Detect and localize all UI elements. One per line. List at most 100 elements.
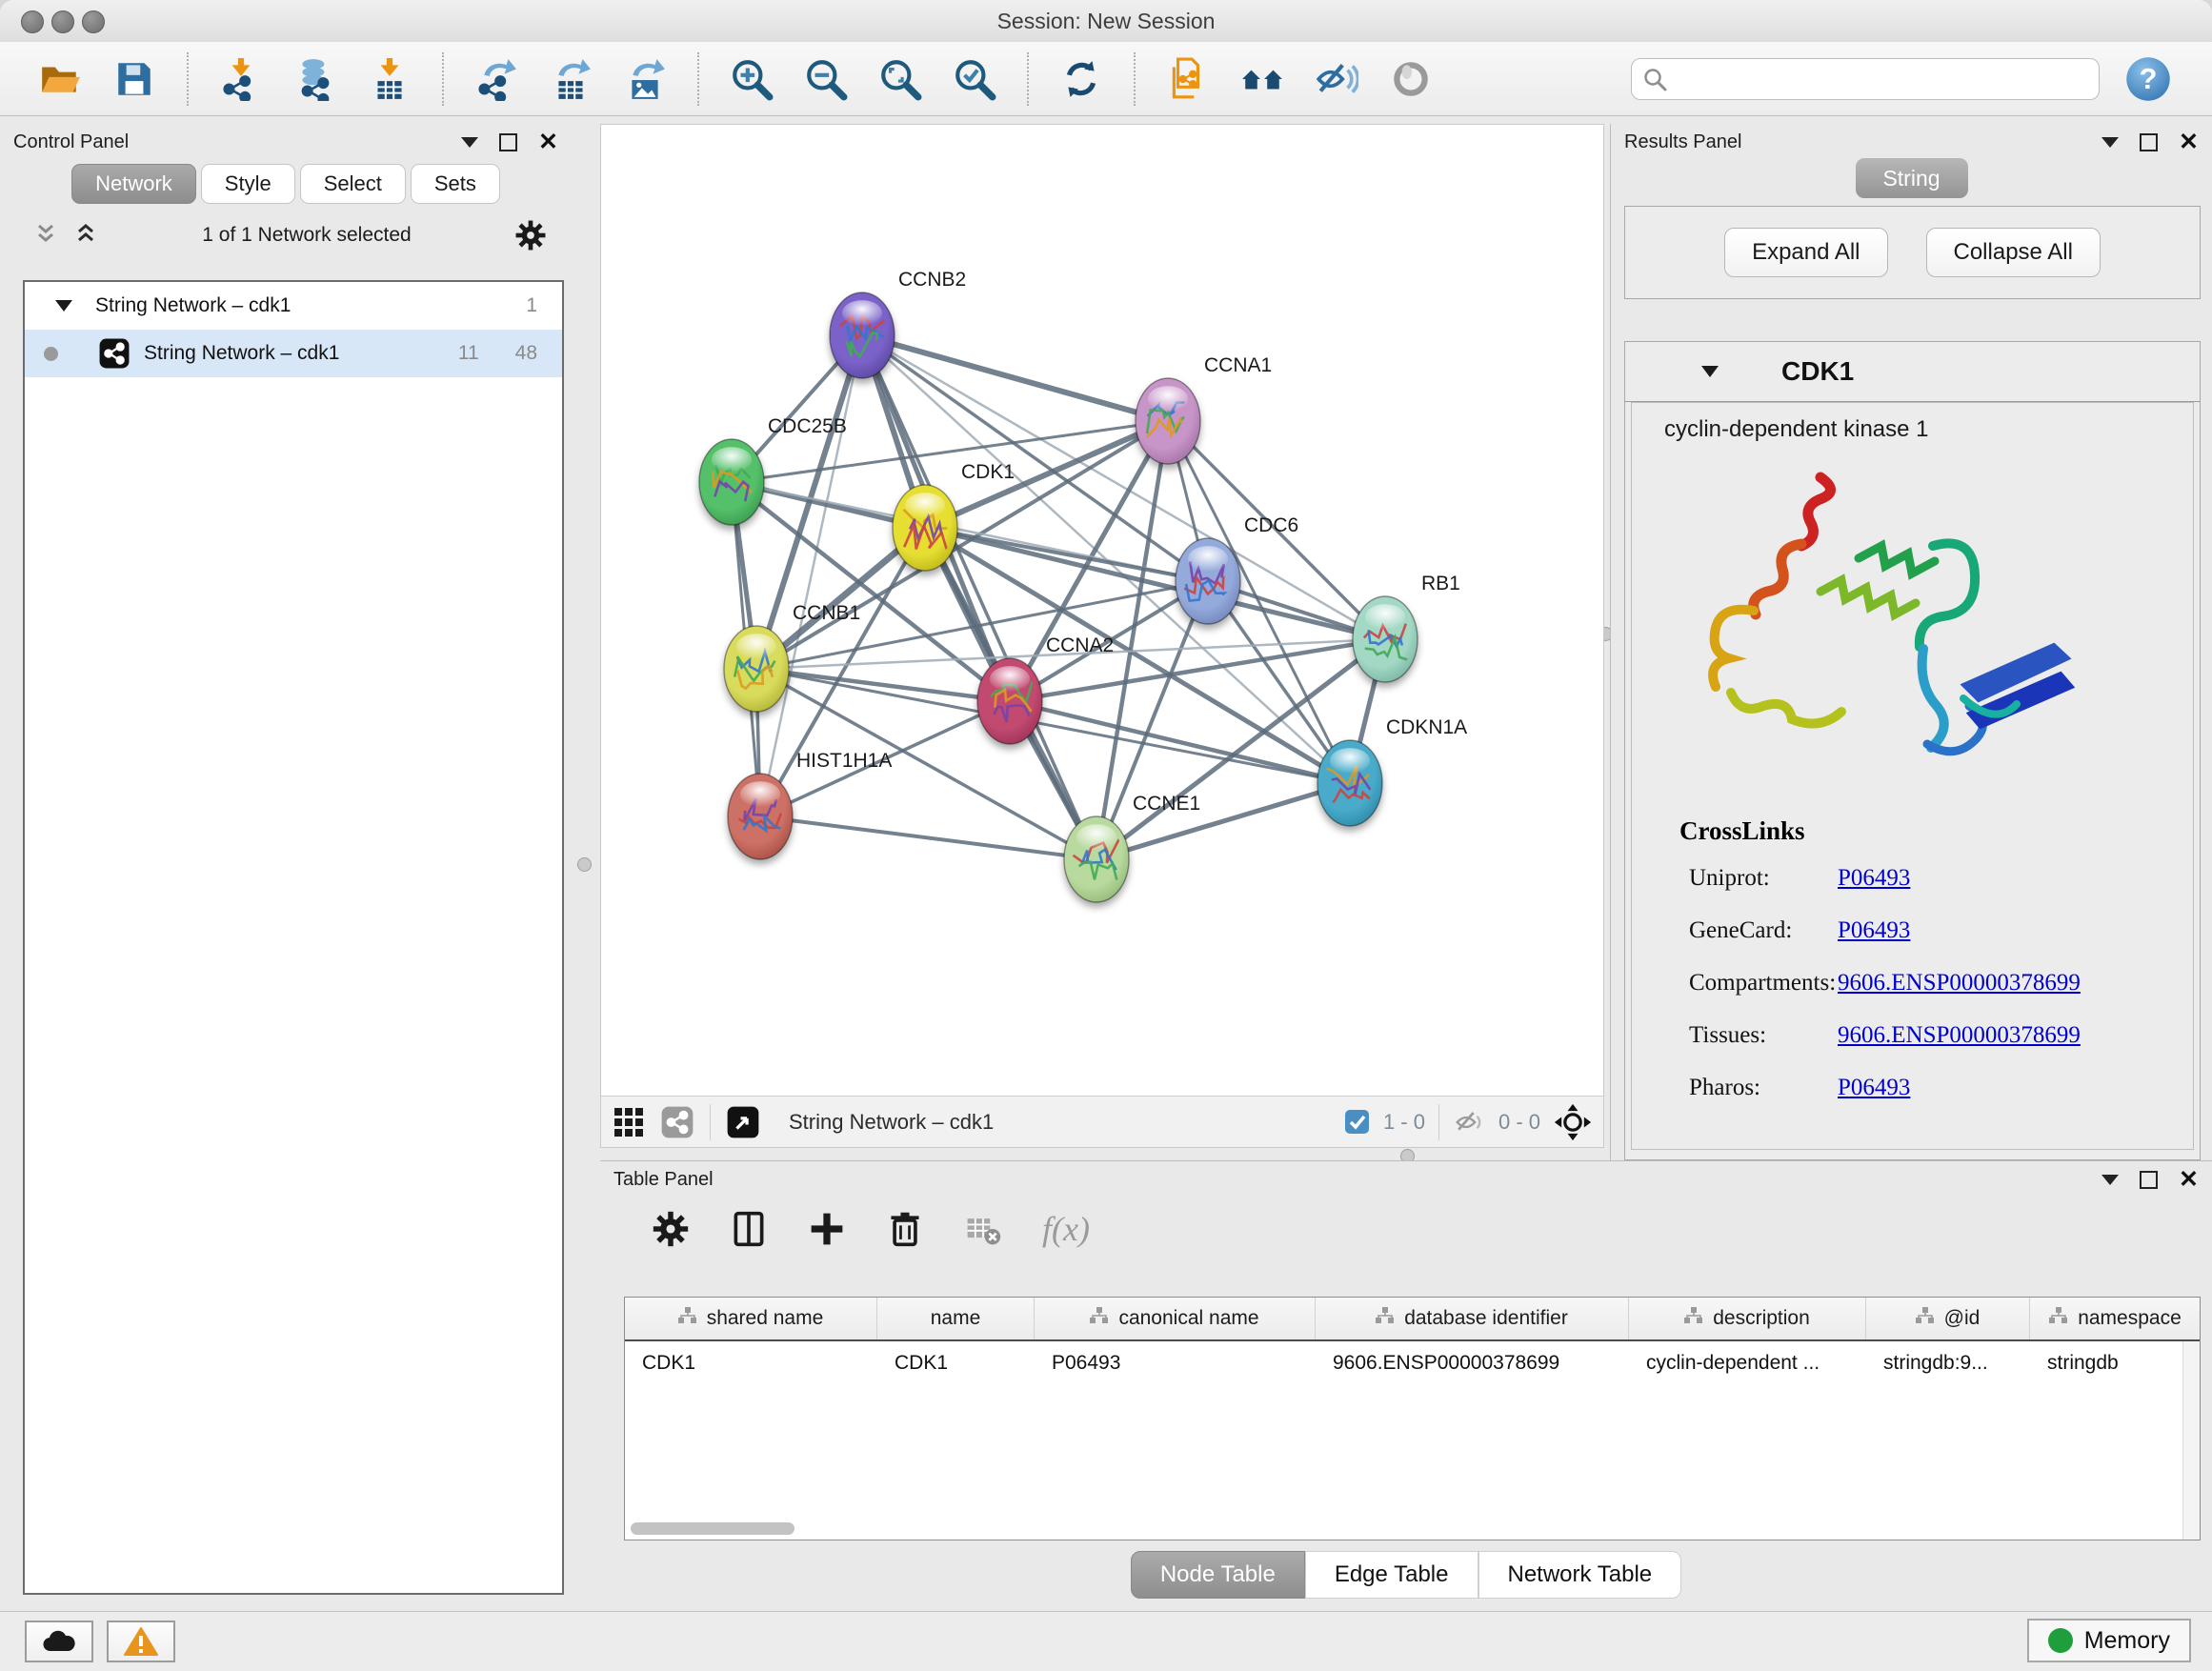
zoom-out-icon[interactable] [802, 55, 850, 103]
table-cell[interactable]: 9606.ENSP00000378699 [1316, 1341, 1629, 1385]
network-row[interactable]: String Network – cdk1 11 48 [25, 330, 562, 377]
delete-table-icon[interactable] [964, 1210, 1002, 1248]
zoom-fit-icon[interactable] [876, 55, 924, 103]
show-all-nodes-icon[interactable] [1238, 55, 1286, 103]
preview-icon[interactable] [1387, 55, 1435, 103]
hidden-eye-slash-icon[interactable] [1453, 1106, 1485, 1138]
search-field[interactable] [1631, 58, 2100, 100]
table-cell[interactable]: cyclin-dependent ... [1629, 1341, 1866, 1385]
column-header-namespace[interactable]: namespace [2030, 1298, 2201, 1339]
panel-close-icon[interactable]: ✕ [538, 135, 558, 150]
gene-section-header[interactable]: CDK1 [1625, 342, 2200, 402]
compartments-link[interactable]: 9606.ENSP00000378699 [1838, 970, 2081, 997]
search-input[interactable] [1631, 58, 2100, 100]
function-builder-icon[interactable]: f(x) [1042, 1209, 1090, 1249]
clone-network-icon[interactable] [1164, 55, 1212, 103]
export-table-icon[interactable] [547, 55, 594, 103]
tissues-link[interactable]: 9606.ENSP00000378699 [1838, 1022, 2081, 1049]
table-horizontal-scrollbar[interactable] [631, 1522, 794, 1537]
network-collection-row[interactable]: String Network – cdk1 1 [25, 282, 562, 330]
column-header-shared-name[interactable]: shared name [625, 1298, 877, 1339]
panel-float-icon[interactable] [499, 133, 517, 151]
network-canvas[interactable]: CCNB2CCNA1CDC25BCDK1CDC6RB1CCNB1CCNA2CDK… [600, 124, 1604, 1148]
refresh-icon[interactable] [1057, 55, 1105, 103]
memory-button[interactable]: Memory [2027, 1619, 2191, 1662]
show-columns-icon[interactable] [730, 1210, 768, 1248]
column-header-description[interactable]: description [1629, 1298, 1866, 1339]
hide-selected-icon[interactable] [1313, 55, 1360, 103]
export-image-icon[interactable] [621, 55, 669, 103]
table-cell[interactable]: CDK1 [877, 1341, 1035, 1385]
panel-float-icon[interactable] [2140, 1171, 2158, 1189]
network-node-ccna1[interactable]: CCNA1 [1136, 354, 1272, 464]
network-edge[interactable] [1010, 701, 1350, 783]
create-column-icon[interactable] [808, 1210, 846, 1248]
panel-menu-icon[interactable] [2101, 137, 2119, 148]
tab-network[interactable]: Network [71, 164, 196, 204]
network-edge[interactable] [862, 335, 1096, 859]
grid-view-icon[interactable] [613, 1106, 645, 1138]
selected-checkbox-icon[interactable] [1344, 1109, 1370, 1135]
panel-close-icon[interactable]: ✕ [2179, 135, 2199, 150]
birdseye-view-icon[interactable] [726, 1105, 760, 1139]
export-network-icon[interactable] [473, 55, 520, 103]
import-network-database-icon[interactable] [292, 55, 339, 103]
collection-expander-icon[interactable] [55, 300, 72, 312]
tab-select[interactable]: Select [300, 164, 406, 204]
network-node-cdkn1a[interactable]: CDKN1A [1317, 716, 1467, 826]
toolbar-separator [187, 52, 189, 106]
collapse-all-networks-icon[interactable] [32, 222, 59, 249]
table-vertical-scrollbar[interactable] [2182, 1341, 2200, 1540]
tab-sets[interactable]: Sets [411, 164, 500, 204]
import-table-file-icon[interactable] [366, 55, 413, 103]
table-cell[interactable]: stringdb [2030, 1341, 2201, 1385]
network-edge[interactable] [862, 335, 1385, 639]
left-splitter-handle[interactable] [577, 857, 592, 872]
table-cell[interactable]: P06493 [1035, 1341, 1316, 1385]
tab-style[interactable]: Style [201, 164, 295, 204]
panel-close-icon[interactable]: ✕ [2179, 1173, 2199, 1187]
network-edge[interactable] [760, 335, 862, 816]
table-settings-gear-icon[interactable] [652, 1210, 690, 1248]
table-cell[interactable]: stringdb:9... [1866, 1341, 2030, 1385]
network-node-hist1h1a[interactable]: HIST1H1A [728, 750, 892, 859]
tab-edge-table[interactable]: Edge Table [1305, 1551, 1478, 1599]
pan-crosshair-icon[interactable] [1554, 1103, 1592, 1141]
network-edge-count: 48 [515, 342, 537, 365]
tab-network-table[interactable]: Network Table [1478, 1551, 1682, 1599]
gene-expander-icon[interactable] [1701, 366, 1719, 377]
network-thumbnail-icon[interactable] [660, 1105, 694, 1139]
pharos-link[interactable]: P06493 [1838, 1075, 1910, 1101]
cloud-status-button[interactable] [25, 1621, 93, 1662]
zoom-selected-icon[interactable] [951, 55, 998, 103]
scrollbar-thumb[interactable] [631, 1522, 794, 1535]
panel-menu-icon[interactable] [461, 137, 478, 148]
column-header--id[interactable]: @id [1866, 1298, 2030, 1339]
open-session-icon[interactable] [36, 55, 84, 103]
network-options-gear-icon[interactable] [514, 219, 547, 252]
collapse-all-button[interactable]: Collapse All [1926, 228, 2101, 277]
expand-all-networks-icon[interactable] [72, 222, 99, 249]
network-edge[interactable] [760, 816, 1096, 859]
table-cell[interactable]: CDK1 [625, 1341, 877, 1385]
genecard-link[interactable]: P06493 [1838, 917, 1910, 944]
delete-column-icon[interactable] [886, 1210, 924, 1248]
save-session-icon[interactable] [111, 55, 158, 103]
help-icon[interactable]: ? [2124, 55, 2172, 103]
expand-all-button[interactable]: Expand All [1724, 228, 1887, 277]
network-node-rb1[interactable]: RB1 [1353, 573, 1460, 682]
panel-menu-icon[interactable] [2101, 1175, 2119, 1185]
column-header-database-identifier[interactable]: database identifier [1316, 1298, 1629, 1339]
tab-string[interactable]: String [1856, 158, 1968, 198]
table-row[interactable]: CDK1CDK1P064939606.ENSP00000378699cyclin… [625, 1341, 2200, 1385]
uniprot-link[interactable]: P06493 [1838, 865, 1910, 892]
node-table[interactable]: shared namenamecanonical namedatabase id… [624, 1297, 2201, 1540]
warnings-button[interactable] [107, 1621, 175, 1662]
panel-float-icon[interactable] [2140, 133, 2158, 151]
zoom-in-icon[interactable] [728, 55, 775, 103]
crosslink-row: Uniprot: P06493 [1632, 852, 2193, 904]
column-header-name[interactable]: name [877, 1298, 1035, 1339]
tab-node-table[interactable]: Node Table [1131, 1551, 1305, 1599]
column-header-canonical-name[interactable]: canonical name [1035, 1298, 1316, 1339]
import-network-file-icon[interactable] [217, 55, 265, 103]
